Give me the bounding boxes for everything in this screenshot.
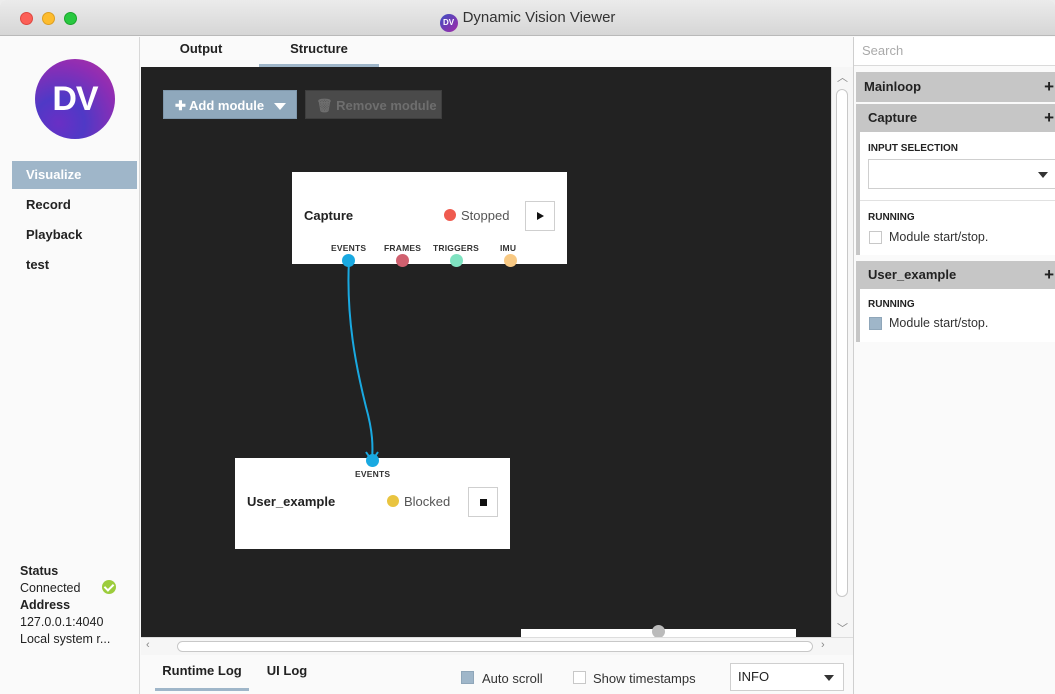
- horizontal-scroll-thumb[interactable]: [177, 641, 813, 652]
- input-selection-label: INPUT SELECTION: [868, 143, 959, 154]
- app-icon: DV: [439, 14, 458, 32]
- start-module-button[interactable]: [525, 201, 555, 231]
- user-example-config-body: RUNNING Module start/stop.: [856, 289, 1055, 342]
- user-example-running-checkbox[interactable]: [869, 317, 882, 330]
- sidebar-item-visualize[interactable]: Visualize: [12, 161, 137, 189]
- system-value: Local system r...: [20, 632, 111, 646]
- config-panel: Search Mainloop + Capture + INPUT SELECT…: [853, 37, 1055, 694]
- scroll-up-icon[interactable]: ︿: [837, 69, 848, 85]
- view-tabs: Output Structure: [141, 37, 853, 67]
- running-label: RUNNING: [868, 212, 915, 223]
- address-value: 127.0.0.1:4040: [20, 615, 104, 629]
- app-window: DV Dynamic Vision Viewer DV Visualize Rec…: [0, 0, 1055, 694]
- mainloop-title: Mainloop: [864, 79, 922, 94]
- tab-output[interactable]: Output: [161, 37, 241, 67]
- window-title: Dynamic Vision Viewer: [462, 9, 616, 26]
- scroll-left-icon[interactable]: ‹: [146, 639, 150, 651]
- expand-user-example-icon[interactable]: +: [1044, 261, 1054, 289]
- capture-running-checkbox[interactable]: [869, 231, 882, 244]
- output-port-frames[interactable]: [396, 254, 409, 267]
- port-label: TRIGGERS: [433, 243, 479, 253]
- user-example-config-title: User_example: [868, 267, 957, 282]
- tab-runtime-log[interactable]: Runtime Log: [155, 663, 249, 691]
- mainloop-header[interactable]: Mainloop +: [856, 72, 1055, 102]
- expand-capture-icon[interactable]: +: [1044, 104, 1054, 132]
- user-example-running-text: Module start/stop.: [889, 316, 989, 330]
- sidebar-item-record[interactable]: Record: [12, 191, 137, 219]
- show-timestamps-checkbox[interactable]: [573, 671, 586, 684]
- module-name: User_example: [247, 494, 336, 509]
- auto-scroll-checkbox[interactable]: [461, 671, 474, 684]
- chevron-down-icon[interactable]: [1038, 172, 1048, 178]
- window-title-wrap: DV Dynamic Vision Viewer: [0, 9, 1055, 32]
- vertical-scroll-thumb[interactable]: [836, 89, 848, 597]
- log-level-select[interactable]: INFO: [730, 663, 844, 691]
- status-dot-icon: [444, 209, 456, 221]
- offscreen-module[interactable]: [521, 625, 796, 637]
- structure-canvas[interactable]: ✚ Add module 🗑 Remove module Capture Sto…: [141, 67, 831, 637]
- status-badge: Stopped: [444, 208, 509, 223]
- divider: [860, 200, 1055, 201]
- input-selection-select[interactable]: [868, 159, 1055, 189]
- status-text: Blocked: [404, 494, 451, 509]
- status-dot-icon: [387, 495, 399, 507]
- vertical-scrollbar[interactable]: ︿ ﹀: [831, 67, 853, 637]
- stop-icon: [480, 499, 487, 506]
- connection-status: Status Connected Address 127.0.0.1:4040 …: [20, 563, 117, 648]
- expand-mainloop-icon[interactable]: +: [1044, 72, 1054, 102]
- status-row: Connected: [20, 580, 117, 597]
- search-input[interactable]: Search: [854, 37, 1055, 66]
- port-label: IMU: [500, 243, 517, 253]
- user-example-module[interactable]: EVENTS User_example Blocked: [235, 454, 510, 549]
- status-value: Connected: [20, 581, 81, 595]
- status-label: Status: [20, 564, 59, 578]
- port-label: FRAMES: [384, 243, 422, 253]
- output-port-imu[interactable]: [504, 254, 517, 267]
- capture-config-body: INPUT SELECTION RUNNING Module start/sto…: [856, 132, 1055, 255]
- scroll-down-icon[interactable]: ﹀: [837, 620, 848, 636]
- capture-module[interactable]: Capture Stopped EVENTS FRAMES TRIGGERS I…: [292, 172, 567, 267]
- scroll-right-icon[interactable]: ›: [821, 639, 825, 651]
- status-text: Stopped: [461, 208, 510, 223]
- tab-ui-log[interactable]: UI Log: [259, 663, 315, 691]
- horizontal-scrollbar[interactable]: ‹ ›: [141, 637, 853, 655]
- app-logo: DV: [35, 59, 115, 139]
- capture-config-header[interactable]: Capture +: [856, 104, 1055, 132]
- running-label: RUNNING: [868, 299, 915, 310]
- tab-structure[interactable]: Structure: [259, 37, 379, 67]
- log-level-value: INFO: [738, 669, 770, 684]
- show-timestamps-label: Show timestamps: [593, 671, 696, 686]
- connection-line: [347, 259, 374, 462]
- output-port-events[interactable]: [342, 254, 355, 267]
- play-icon: [537, 212, 544, 220]
- port-label: EVENTS: [331, 243, 367, 253]
- input-port[interactable]: [652, 625, 665, 637]
- user-example-config-header[interactable]: User_example +: [856, 261, 1055, 289]
- check-icon: [102, 580, 117, 594]
- log-bar: Runtime Log UI Log Auto scroll Show time…: [141, 655, 853, 694]
- title-bar: DV Dynamic Vision Viewer: [0, 0, 1055, 36]
- sidebar: DV Visualize Record Playback test Status…: [0, 37, 140, 694]
- stop-module-button[interactable]: [468, 487, 498, 517]
- status-badge: Blocked: [387, 494, 450, 509]
- output-port-triggers[interactable]: [450, 254, 463, 267]
- capture-running-text: Module start/stop.: [889, 230, 989, 244]
- connection-layer: [347, 259, 379, 463]
- input-port-events[interactable]: [366, 454, 379, 467]
- auto-scroll-label: Auto scroll: [482, 671, 543, 686]
- chevron-down-icon[interactable]: [824, 675, 834, 681]
- module-name: Capture: [304, 208, 354, 223]
- port-label: EVENTS: [355, 469, 391, 479]
- address-label: Address: [20, 598, 71, 612]
- capture-config-title: Capture: [868, 110, 918, 125]
- sidebar-item-playback[interactable]: Playback: [12, 221, 137, 249]
- sidebar-item-test[interactable]: test: [12, 251, 137, 279]
